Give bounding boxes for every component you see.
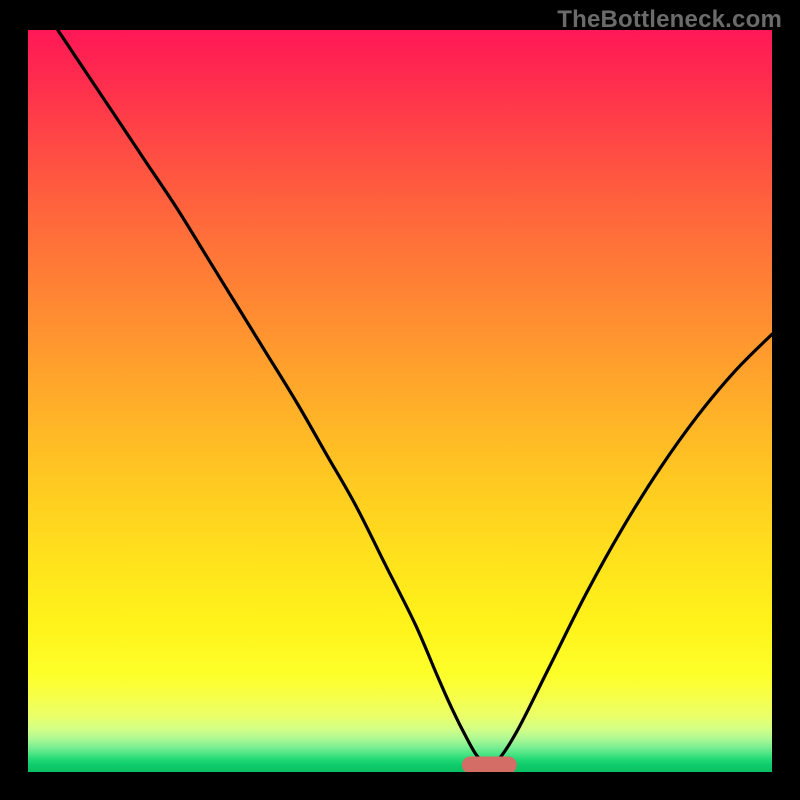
optimum-marker: [462, 756, 516, 772]
plot-area: [28, 30, 772, 772]
curve-svg: [28, 30, 772, 772]
bottleneck-curve-path: [58, 30, 772, 765]
watermark-text: TheBottleneck.com: [557, 6, 782, 34]
chart-frame: TheBottleneck.com: [0, 0, 800, 800]
